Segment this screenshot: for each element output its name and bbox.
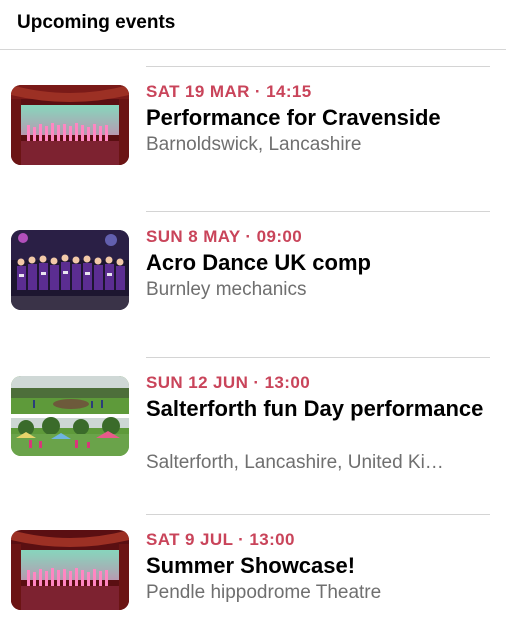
- event-title: Acro Dance UK comp: [146, 250, 371, 275]
- event-thumbnail: [11, 530, 129, 610]
- events-page: Upcoming events SAT 19 MAR · 14:15 Perfo…: [0, 0, 506, 640]
- page-title: Upcoming events: [17, 12, 176, 33]
- event-date: SUN 12 JUN · 13:00: [146, 373, 311, 392]
- event-thumbnail: [11, 230, 129, 310]
- divider: [146, 211, 490, 212]
- event-title: Performance for Cravenside: [146, 105, 441, 130]
- header-bar: Upcoming events: [0, 0, 506, 50]
- event-item-3[interactable]: SUN 12 JUN · 13:00 Salterforth fun Day p…: [0, 357, 506, 487]
- event-location: Pendle hippodrome Theatre: [146, 582, 382, 603]
- event-date: SAT 9 JUL · 13:00: [146, 530, 295, 549]
- event-date: SAT 19 MAR · 14:15: [146, 82, 312, 101]
- event-thumbnail: [11, 85, 129, 165]
- event-item-1[interactable]: SAT 19 MAR · 14:15 Performance for Crave…: [0, 66, 506, 186]
- event-item-4[interactable]: SAT 9 JUL · 13:00 Summer Showcase! Pendl…: [0, 514, 506, 634]
- event-location: Burnley mechanics: [146, 279, 307, 300]
- event-item-2[interactable]: SUN 8 MAY · 09:00 Acro Dance UK comp Bur…: [0, 211, 506, 331]
- divider: [146, 66, 490, 67]
- event-thumbnail: [11, 376, 129, 456]
- event-date: SUN 8 MAY · 09:00: [146, 227, 303, 246]
- event-title: Summer Showcase!: [146, 553, 356, 578]
- event-title: Salterforth fun Day performance: [146, 396, 484, 421]
- event-location: Barnoldswick, Lancashire: [146, 134, 362, 155]
- event-location: Salterforth, Lancashire, United Ki…: [146, 452, 444, 473]
- divider: [146, 514, 490, 515]
- divider: [146, 357, 490, 358]
